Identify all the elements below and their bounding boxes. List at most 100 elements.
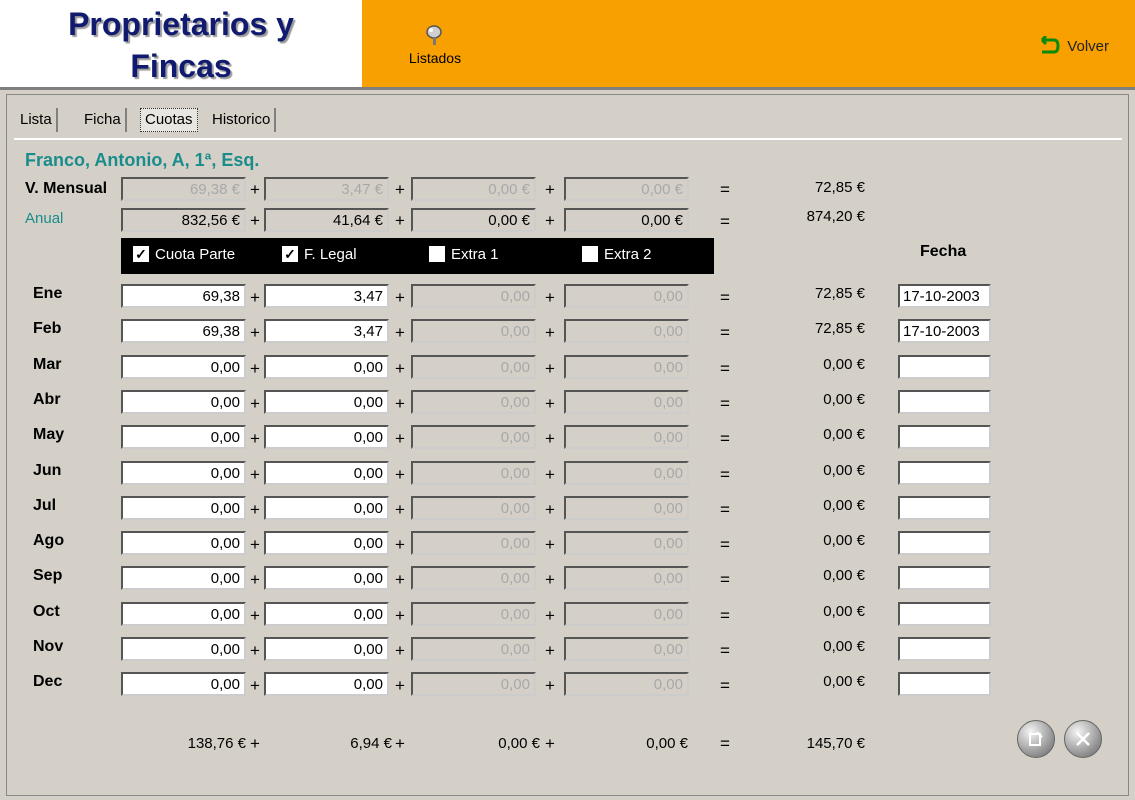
plus-sign: + — [545, 500, 555, 519]
plus-sign: + — [250, 606, 260, 625]
header-toolbar: Listados Volver — [362, 0, 1135, 90]
extra2-input: 0,00 — [564, 461, 689, 485]
plus-sign: + — [545, 676, 555, 695]
plus-sign: + — [545, 288, 555, 307]
volver-label: Volver — [1067, 37, 1109, 55]
app-logo: Proprietarios y Fincas — [0, 0, 362, 90]
month-total: 72,85 € — [814, 285, 865, 302]
listados-button[interactable]: Listados — [400, 22, 470, 66]
extra1-input: 0,00 — [411, 496, 536, 520]
f-legal-input[interactable]: 0,00 — [264, 602, 389, 626]
extra1-input: 0,00 — [411, 602, 536, 626]
f-legal-input[interactable]: 0,00 — [264, 531, 389, 555]
fecha-input[interactable] — [898, 531, 991, 555]
tab-cuotas[interactable]: Cuotas — [140, 108, 198, 132]
month-total: 0,00 € — [823, 426, 865, 443]
plus-sign: + — [395, 429, 405, 448]
extra2-input: 0,00 — [564, 284, 689, 308]
f-legal-input[interactable]: 0,00 — [264, 566, 389, 590]
month-total: 0,00 € — [823, 391, 865, 408]
fecha-input[interactable]: 17-10-2003 — [898, 319, 991, 343]
fecha-input[interactable] — [898, 355, 991, 379]
plus-sign: + — [250, 734, 260, 753]
cuota-parte-input[interactable]: 0,00 — [121, 496, 246, 520]
month-total: 0,00 € — [823, 356, 865, 373]
tools-button[interactable] — [1064, 720, 1102, 758]
fecha-input[interactable] — [898, 602, 991, 626]
footer-total-legal: 6,94 € — [350, 735, 392, 752]
cuota-parte-input[interactable]: 0,00 — [121, 566, 246, 590]
cuota-parte-input[interactable]: 0,00 — [121, 425, 246, 449]
f-legal-input[interactable]: 0,00 — [264, 496, 389, 520]
mensual-legal-field: 3,47 € — [264, 177, 389, 201]
equals-sign: = — [720, 535, 730, 554]
f-legal-input[interactable]: 3,47 — [264, 284, 389, 308]
plus-sign: + — [250, 323, 260, 342]
fecha-input[interactable] — [898, 461, 991, 485]
fecha-input[interactable] — [898, 496, 991, 520]
listados-label: Listados — [408, 50, 462, 66]
equals-sign: = — [720, 288, 730, 307]
tab-lista[interactable]: Lista — [16, 108, 58, 132]
extra1-input: 0,00 — [411, 355, 536, 379]
plus-sign: + — [395, 734, 405, 753]
plus-sign: + — [545, 535, 555, 554]
anual-extra1-field: 0,00 € — [411, 208, 536, 232]
extra1-checkbox[interactable]: Extra 1 — [429, 246, 499, 263]
f-legal-input[interactable]: 0,00 — [264, 637, 389, 661]
plus-sign: + — [395, 359, 405, 378]
cuota-parte-input[interactable]: 0,00 — [121, 531, 246, 555]
cuota-parte-input[interactable]: 0,00 — [121, 672, 246, 696]
equals-sign: = — [720, 570, 730, 589]
cuota-parte-input[interactable]: 0,00 — [121, 637, 246, 661]
month-label: Jul — [33, 497, 57, 514]
edit-button[interactable] — [1017, 720, 1055, 758]
extra2-checkbox[interactable]: Extra 2 — [582, 246, 652, 263]
plus-sign: + — [250, 180, 260, 199]
fecha-input[interactable] — [898, 566, 991, 590]
cuota-parte-input[interactable]: 0,00 — [121, 461, 246, 485]
f-legal-checkbox[interactable]: ✓ F. Legal — [282, 246, 357, 263]
f-legal-input[interactable]: 0,00 — [264, 390, 389, 414]
cuota-parte-input[interactable]: 0,00 — [121, 390, 246, 414]
fecha-input[interactable] — [898, 637, 991, 661]
volver-button[interactable]: Volver — [1034, 36, 1109, 58]
extra2-input: 0,00 — [564, 425, 689, 449]
cuota-parte-input[interactable]: 69,38 — [121, 284, 246, 308]
equals-sign: = — [720, 212, 730, 231]
plus-sign: + — [545, 606, 555, 625]
cuota-parte-input[interactable]: 0,00 — [121, 355, 246, 379]
plus-sign: + — [395, 641, 405, 660]
month-label: Mar — [33, 356, 62, 373]
extra1-input: 0,00 — [411, 566, 536, 590]
month-label: Sep — [33, 567, 63, 584]
extra1-input: 0,00 — [411, 672, 536, 696]
f-legal-input[interactable]: 0,00 — [264, 672, 389, 696]
fecha-input[interactable]: 17-10-2003 — [898, 284, 991, 308]
tab-ficha[interactable]: Ficha — [80, 108, 127, 132]
month-total: 72,85 € — [814, 320, 865, 337]
fecha-input[interactable] — [898, 425, 991, 449]
extra2-input: 0,00 — [564, 319, 689, 343]
concepts-checkbar: ✓ Cuota Parte ✓ F. Legal Extra 1 Extra 2 — [121, 238, 714, 274]
f-legal-input[interactable]: 3,47 — [264, 319, 389, 343]
plus-sign: + — [545, 465, 555, 484]
equals-sign: = — [720, 394, 730, 413]
month-label: Feb — [33, 320, 62, 337]
f-legal-input[interactable]: 0,00 — [264, 355, 389, 379]
cuota-parte-checkbox[interactable]: ✓ Cuota Parte — [133, 246, 235, 263]
footer-total-extra2: 0,00 € — [646, 735, 688, 752]
equals-sign: = — [720, 676, 730, 695]
anual-legal-field: 41,64 € — [264, 208, 389, 232]
month-label: Ene — [33, 285, 63, 302]
cuota-parte-input[interactable]: 0,00 — [121, 602, 246, 626]
cuota-parte-input[interactable]: 69,38 — [121, 319, 246, 343]
month-total: 0,00 € — [823, 673, 865, 690]
fecha-input[interactable] — [898, 672, 991, 696]
f-legal-input[interactable]: 0,00 — [264, 425, 389, 449]
fecha-input[interactable] — [898, 390, 991, 414]
plus-sign: + — [250, 288, 260, 307]
tab-historico[interactable]: Historico — [208, 108, 277, 132]
f-legal-input[interactable]: 0,00 — [264, 461, 389, 485]
extra2-input: 0,00 — [564, 672, 689, 696]
